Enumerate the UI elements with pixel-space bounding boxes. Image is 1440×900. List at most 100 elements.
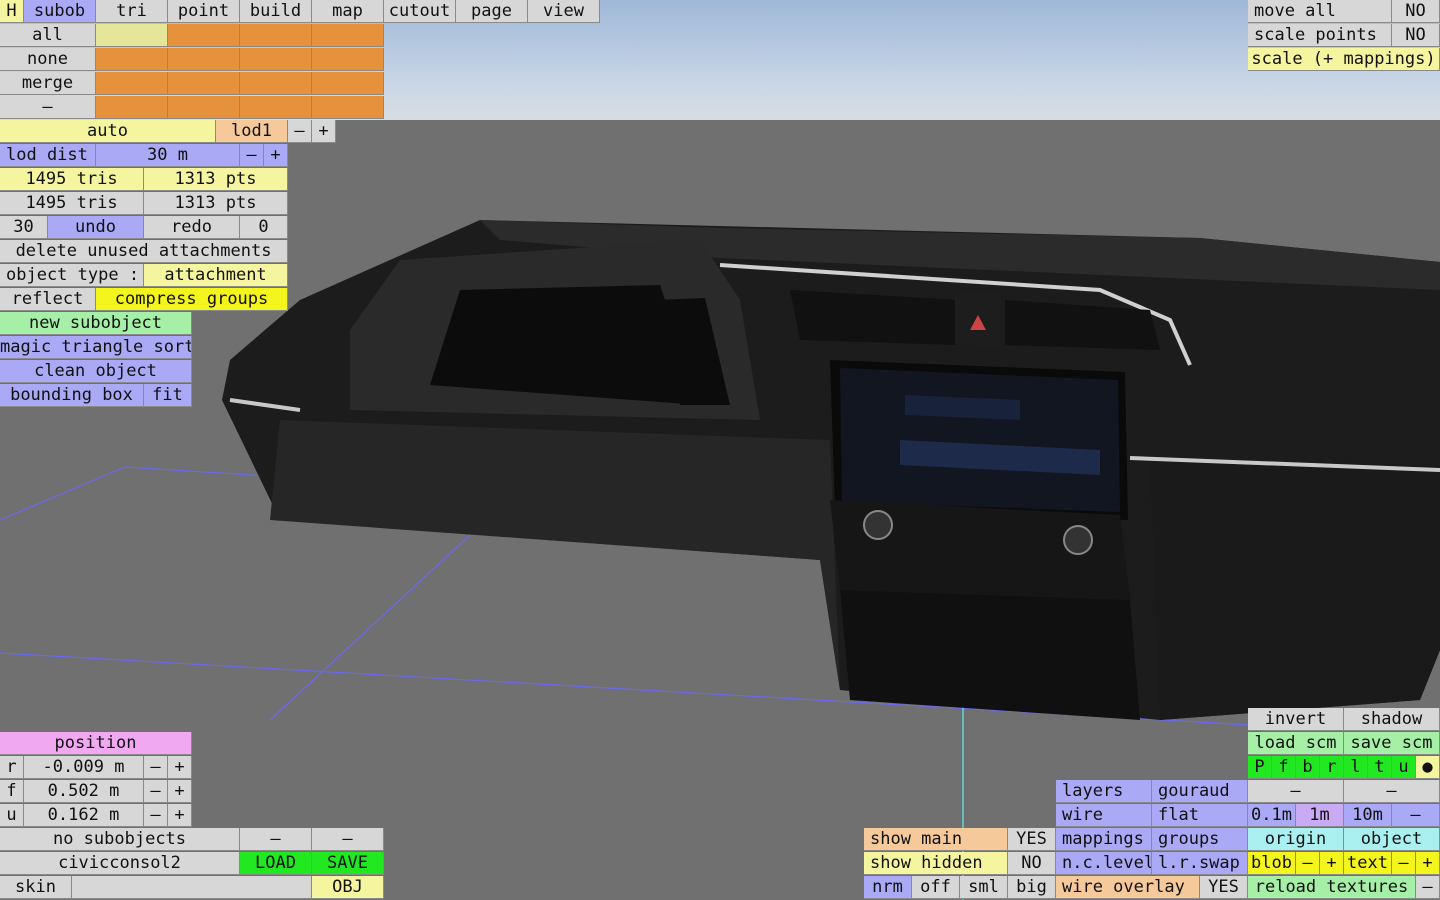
- lod-level-button[interactable]: lod1: [216, 120, 288, 143]
- scale-points-label[interactable]: scale points: [1248, 24, 1392, 47]
- normals-off-button[interactable]: off: [912, 876, 960, 899]
- lod-plus-button[interactable]: +: [312, 120, 336, 143]
- normals-sml-button[interactable]: sml: [960, 876, 1008, 899]
- mappings-button[interactable]: mappings: [1056, 828, 1152, 851]
- step-1m-button[interactable]: 1m: [1296, 804, 1344, 827]
- group-slot[interactable]: [312, 48, 384, 71]
- show-hidden-label[interactable]: show hidden: [864, 852, 1008, 875]
- step-minus-button[interactable]: –: [1392, 804, 1440, 827]
- view-f-button[interactable]: f: [1272, 756, 1296, 779]
- view-l-button[interactable]: l: [1344, 756, 1368, 779]
- groups-button[interactable]: groups: [1152, 828, 1248, 851]
- tab-build[interactable]: build: [240, 0, 312, 23]
- flat-button[interactable]: flat: [1152, 804, 1248, 827]
- position-r-minus-button[interactable]: –: [144, 756, 168, 779]
- normals-nrm-button[interactable]: nrm: [864, 876, 912, 899]
- nc-level-button[interactable]: n.c.level: [1056, 852, 1152, 875]
- tab-page[interactable]: page: [456, 0, 528, 23]
- blob-button[interactable]: blob: [1248, 852, 1296, 875]
- tab-map[interactable]: map: [312, 0, 384, 23]
- group-slot[interactable]: [168, 48, 240, 71]
- text-minus-button[interactable]: –: [1392, 852, 1416, 875]
- group-slot[interactable]: [168, 24, 240, 47]
- lod-dist-plus-button[interactable]: +: [264, 144, 288, 167]
- position-u-plus-button[interactable]: +: [168, 804, 192, 827]
- scale-mappings-button[interactable]: scale (+ mappings): [1248, 48, 1440, 71]
- view-b-button[interactable]: b: [1296, 756, 1320, 779]
- select-none-button[interactable]: none: [0, 48, 96, 71]
- group-slot[interactable]: [240, 24, 312, 47]
- layers-button[interactable]: layers: [1056, 780, 1152, 803]
- object-button[interactable]: object: [1344, 828, 1440, 851]
- magic-triangle-sort-button[interactable]: magic triangle sort: [0, 336, 192, 359]
- subobject-prev-button[interactable]: –: [240, 828, 312, 851]
- delete-unused-attachments-button[interactable]: delete unused attachments: [0, 240, 288, 263]
- redo-button[interactable]: redo: [144, 216, 240, 239]
- group-slot[interactable]: [96, 72, 168, 95]
- lod-auto-button[interactable]: auto: [0, 120, 216, 143]
- position-r-value[interactable]: -0.009 m: [24, 756, 144, 779]
- position-f-value[interactable]: 0.502 m: [24, 780, 144, 803]
- lod-dist-minus-button[interactable]: –: [240, 144, 264, 167]
- origin-button[interactable]: origin: [1248, 828, 1344, 851]
- show-main-toggle[interactable]: YES: [1008, 828, 1056, 851]
- dash-button[interactable]: –: [0, 96, 96, 119]
- skin-field[interactable]: [72, 876, 312, 899]
- lr-swap-button[interactable]: l.r.swap: [1152, 852, 1248, 875]
- view-r-button[interactable]: r: [1320, 756, 1344, 779]
- group-slot[interactable]: [240, 72, 312, 95]
- position-r-plus-button[interactable]: +: [168, 756, 192, 779]
- reflect-button[interactable]: reflect: [0, 288, 96, 311]
- position-u-value[interactable]: 0.162 m: [24, 804, 144, 827]
- tab-h[interactable]: H: [0, 0, 24, 23]
- wire-overlay-label[interactable]: wire overlay: [1056, 876, 1200, 899]
- position-f-plus-button[interactable]: +: [168, 780, 192, 803]
- show-hidden-toggle[interactable]: NO: [1008, 852, 1056, 875]
- tab-tri[interactable]: tri: [96, 0, 168, 23]
- text-button[interactable]: text: [1344, 852, 1392, 875]
- gouraud-button[interactable]: gouraud: [1152, 780, 1248, 803]
- reload-textures-minus-button[interactable]: –: [1416, 876, 1440, 899]
- group-slot[interactable]: [312, 96, 384, 119]
- blob-minus-button[interactable]: –: [1296, 852, 1320, 875]
- group-slot[interactable]: [240, 48, 312, 71]
- step-10m-button[interactable]: 10m: [1344, 804, 1392, 827]
- shadow-button[interactable]: shadow: [1344, 708, 1440, 731]
- group-slot[interactable]: [312, 72, 384, 95]
- load-button[interactable]: LOAD: [240, 852, 312, 875]
- normals-big-button[interactable]: big: [1008, 876, 1056, 899]
- filename-field[interactable]: civicconsol2: [0, 852, 240, 875]
- text-plus-button[interactable]: +: [1416, 852, 1440, 875]
- merge-button[interactable]: merge: [0, 72, 96, 95]
- lod-dist-value[interactable]: 30 m: [96, 144, 240, 167]
- tab-cutout[interactable]: cutout: [384, 0, 456, 23]
- select-all-button[interactable]: all: [0, 24, 96, 47]
- show-main-label[interactable]: show main: [864, 828, 1008, 851]
- tab-point[interactable]: point: [168, 0, 240, 23]
- wire-button[interactable]: wire: [1056, 804, 1152, 827]
- group-slot[interactable]: [96, 24, 168, 47]
- move-all-toggle[interactable]: NO: [1392, 0, 1440, 23]
- save-button[interactable]: SAVE: [312, 852, 384, 875]
- wire-overlay-toggle[interactable]: YES: [1200, 876, 1248, 899]
- obj-button[interactable]: OBJ: [312, 876, 384, 899]
- step-dash-button-2[interactable]: –: [1344, 780, 1440, 803]
- tab-view[interactable]: view: [528, 0, 600, 23]
- compress-groups-button[interactable]: compress groups: [96, 288, 288, 311]
- reload-textures-button[interactable]: reload textures: [1248, 876, 1416, 899]
- tab-subob[interactable]: subob: [24, 0, 96, 23]
- lod-minus-button[interactable]: –: [288, 120, 312, 143]
- blob-plus-button[interactable]: +: [1320, 852, 1344, 875]
- save-scm-button[interactable]: save scm: [1344, 732, 1440, 755]
- scale-points-toggle[interactable]: NO: [1392, 24, 1440, 47]
- step-0-1m-button[interactable]: 0.1m: [1248, 804, 1296, 827]
- position-f-minus-button[interactable]: –: [144, 780, 168, 803]
- move-all-label[interactable]: move all: [1248, 0, 1392, 23]
- group-slot[interactable]: [168, 72, 240, 95]
- position-u-minus-button[interactable]: –: [144, 804, 168, 827]
- group-slot[interactable]: [168, 96, 240, 119]
- view-t-button[interactable]: t: [1368, 756, 1392, 779]
- view-p-button[interactable]: P: [1248, 756, 1272, 779]
- load-scm-button[interactable]: load scm: [1248, 732, 1344, 755]
- fit-button[interactable]: fit: [144, 384, 192, 407]
